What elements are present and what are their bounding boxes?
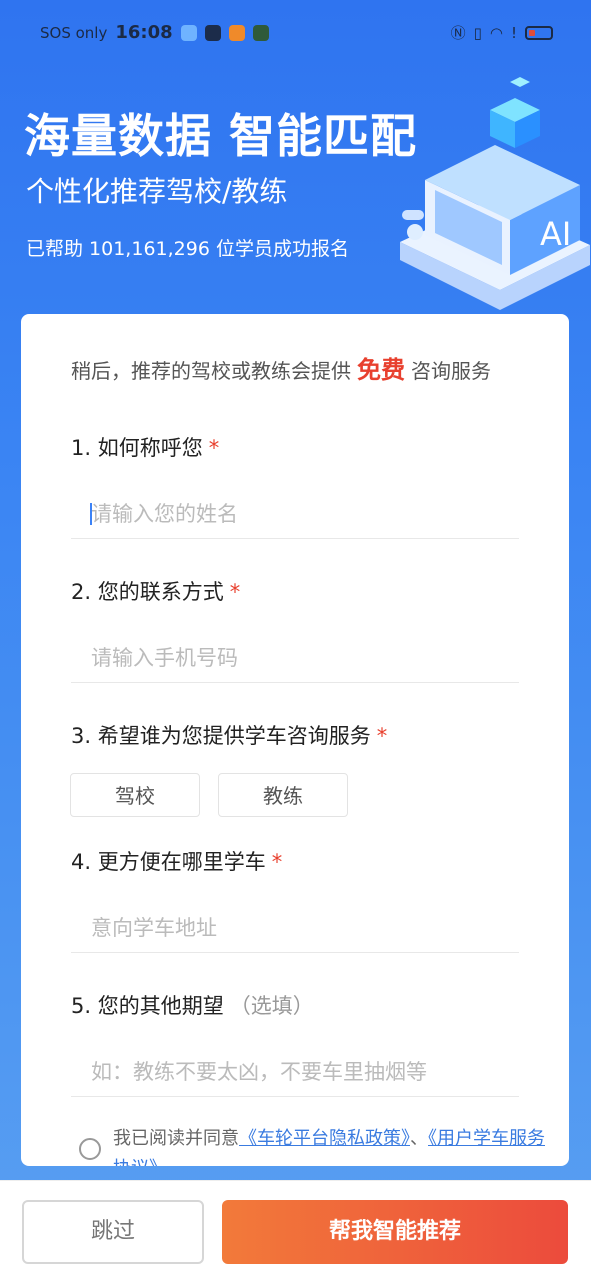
- ai-illustration: AI: [400, 77, 590, 310]
- battery-icon: [525, 25, 553, 40]
- phone-input[interactable]: 请输入手机号码: [71, 633, 519, 683]
- helped-count-text: 已帮助 101,161,296 位学员成功报名: [26, 238, 349, 260]
- news-app-icon: [228, 24, 245, 41]
- game-app-icon: [252, 24, 269, 41]
- alert-icon: !: [510, 23, 517, 42]
- option-coach[interactable]: 教练: [218, 773, 348, 817]
- expectation-input[interactable]: 如：教练不要太凶，不要车里抽烟等: [71, 1047, 519, 1097]
- text-cursor: [90, 503, 92, 525]
- question-phone-label: 2. 您的联系方式 *: [71, 580, 241, 604]
- free-highlight: 免费: [357, 356, 405, 384]
- option-driving-school[interactable]: 驾校: [70, 773, 200, 817]
- intro-text: 稍后，推荐的驾校或教练会提供 免费 咨询服务: [71, 356, 491, 384]
- wifi-icon: ◠: [489, 23, 503, 42]
- privacy-policy-link[interactable]: 《车轮平台隐私政策》: [239, 1128, 410, 1149]
- hero-subtitle: 个性化推荐驾校/教练: [26, 175, 288, 208]
- question-name-label: 1. 如何称呼您 *: [71, 436, 220, 460]
- notification-app-icon: [180, 24, 197, 41]
- status-bar: SOS only 16:08 Ⓝ ▯ ◠ !: [0, 0, 591, 64]
- question-provider-label: 3. 希望谁为您提供学车咨询服务 *: [71, 724, 388, 748]
- ai-illustration-label: AI: [540, 215, 571, 253]
- question-expectation-label: 5. 您的其他期望 （选填）: [71, 994, 314, 1018]
- status-time: 16:08: [115, 22, 173, 43]
- name-input[interactable]: 请输入您的姓名: [71, 489, 519, 539]
- smart-recommend-button[interactable]: 帮我智能推荐: [222, 1200, 568, 1264]
- nfc-icon: Ⓝ: [450, 24, 466, 42]
- upload-icon: [204, 24, 221, 41]
- carrier-text: SOS only: [40, 23, 108, 42]
- hero-title: 海量数据 智能匹配: [24, 109, 418, 163]
- vibrate-icon: ▯: [473, 23, 482, 42]
- agreement-radio[interactable]: [79, 1138, 101, 1160]
- skip-button[interactable]: 跳过: [22, 1200, 204, 1264]
- bottom-action-bar: 跳过 帮我智能推荐: [0, 1180, 591, 1281]
- question-location-label: 4. 更方便在哪里学车 *: [71, 850, 283, 874]
- agreement-text: 我已阅读并同意《车轮平台隐私政策》、《用户学车服务协议》: [113, 1124, 549, 1166]
- form-card: 稍后，推荐的驾校或教练会提供 免费 咨询服务 1. 如何称呼您 * 请输入您的姓名 2…: [21, 314, 569, 1166]
- location-input[interactable]: 意向学车地址: [71, 903, 519, 953]
